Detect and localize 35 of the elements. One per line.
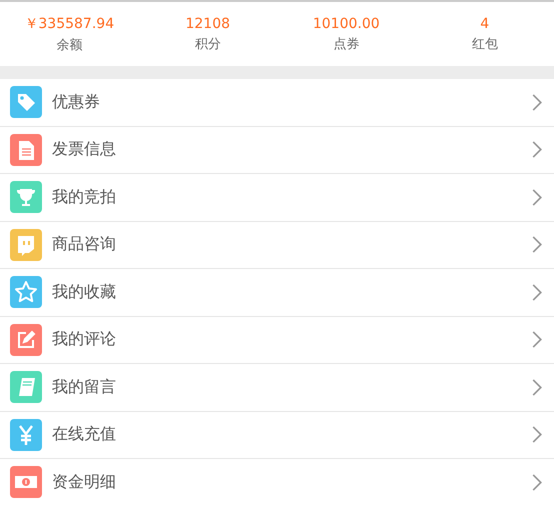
menu-item[interactable]: 资金明细 — [0, 459, 554, 506]
menu-item[interactable]: 我的评论 — [0, 316, 554, 364]
chevron-right-icon — [532, 236, 542, 254]
chevron-right-icon — [532, 474, 542, 491]
menu-label: 我的收藏 — [52, 282, 117, 303]
stat-label: 红包 — [472, 36, 498, 52]
menu-label: 发票信息 — [52, 139, 117, 160]
stat-value: 10100.00 — [312, 16, 380, 32]
chevron-right-icon — [532, 141, 542, 158]
chevron-right-icon — [532, 426, 542, 444]
menu-item[interactable]: 在线充值 — [0, 412, 554, 459]
menu-label: 在线充值 — [52, 424, 117, 446]
menu-label: 我的竞拍 — [52, 186, 117, 208]
menu-item[interactable]: 发票信息 — [0, 126, 554, 174]
chevron-right-icon — [532, 284, 542, 301]
menu-label: 我的评论 — [52, 329, 117, 350]
menu-item[interactable]: 我的收藏 — [0, 269, 554, 316]
menu-item[interactable]: 我的留言 — [0, 364, 554, 412]
stat-value: ￥335587.94 — [24, 14, 114, 32]
stat-label: 点券 — [333, 36, 360, 52]
menu-item[interactable]: 优惠券 — [0, 79, 554, 126]
stat-value: 4 — [480, 16, 490, 32]
chevron-right-icon — [532, 331, 542, 348]
menu-item[interactable]: 商品咨询 — [0, 222, 554, 269]
stat-label: 余额 — [56, 36, 82, 54]
chevron-right-icon — [532, 94, 542, 111]
stat-label: 积分 — [194, 36, 221, 52]
menu-label: 优惠券 — [52, 92, 101, 113]
stat-value: 12108 — [185, 16, 230, 32]
menu-label: 我的留言 — [52, 376, 117, 398]
menu-item[interactable]: 我的竞拍 — [0, 174, 554, 222]
menu-label: 商品咨询 — [52, 234, 117, 256]
chevron-right-icon — [532, 188, 542, 206]
chevron-right-icon — [532, 378, 542, 396]
menu-label: 资金明细 — [52, 472, 117, 493]
